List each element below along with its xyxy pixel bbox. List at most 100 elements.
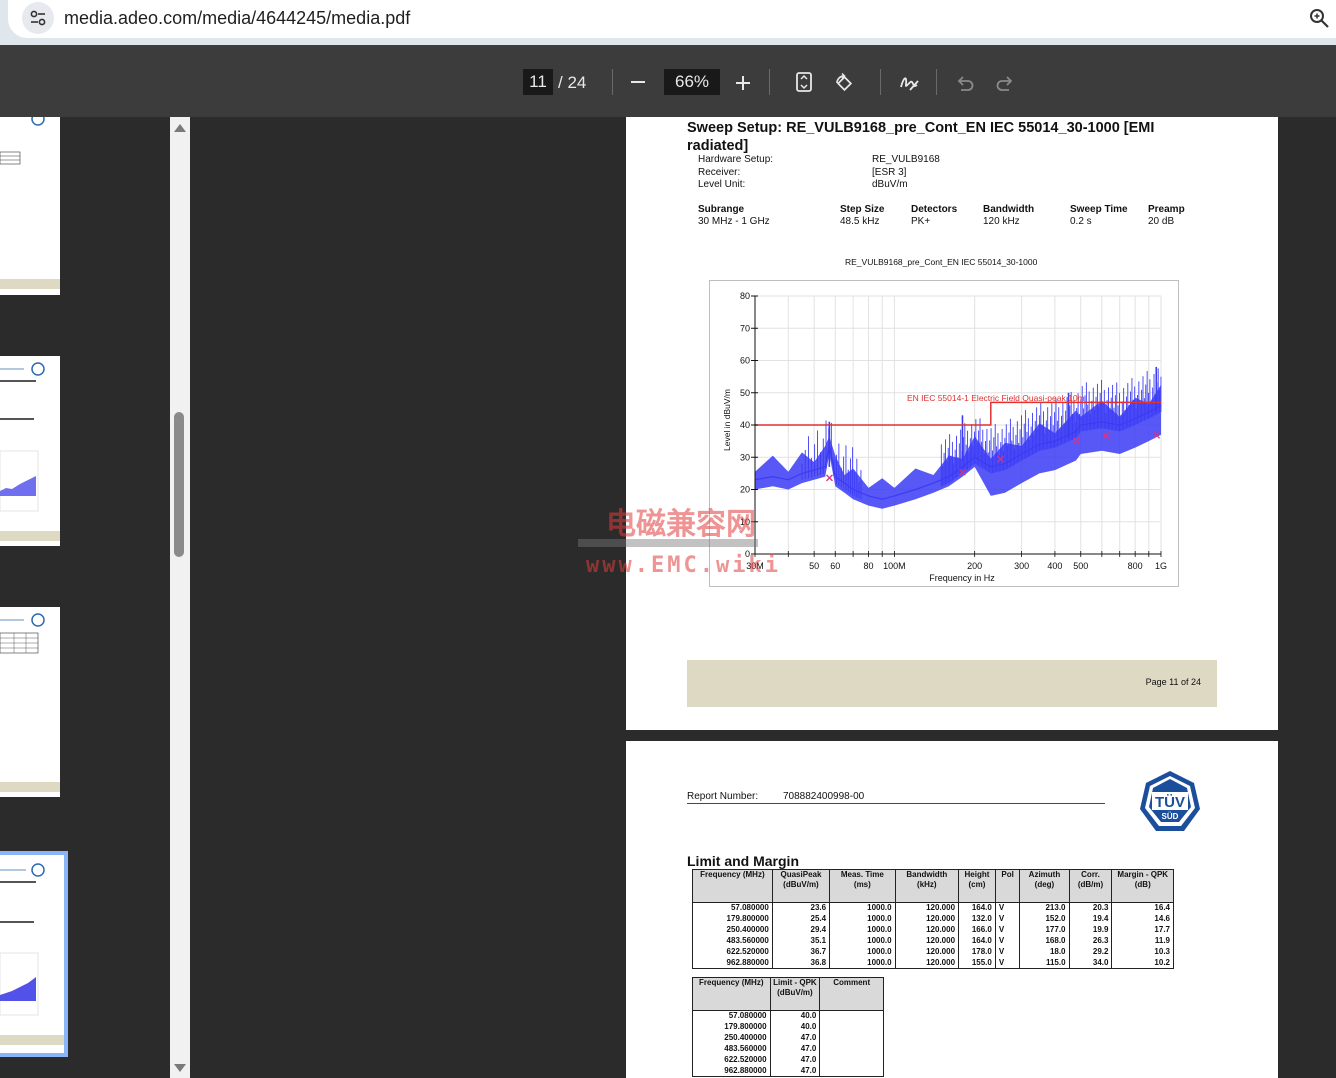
table-cell: 57.080000 <box>692 1010 771 1022</box>
x-tick-label: 400 <box>1047 561 1062 571</box>
x-tick-label: 100M <box>883 561 906 571</box>
table-row: 250.400000 47.0 <box>692 1032 884 1044</box>
table-cell: 47.0 <box>769 1032 821 1044</box>
thumbnail-preview <box>0 362 60 541</box>
x-tick-label: 800 <box>1128 561 1143 571</box>
table-cell: V <box>994 957 1021 969</box>
table-cell: 23.6 <box>771 902 831 914</box>
table-cell: 164.0 <box>958 902 996 914</box>
table-cell: 47.0 <box>769 1054 821 1066</box>
fit-page-icon[interactable] <box>795 71 813 93</box>
page-thumbnail[interactable] <box>0 607 60 797</box>
table-row: 483.560000 47.0 <box>692 1043 884 1055</box>
column-header: Azimuth (deg) <box>1019 869 1070 903</box>
zoom-level-input[interactable]: 66% <box>664 69 720 95</box>
column-header: Height (cm) <box>958 869 996 903</box>
thumbnail-sidebar <box>0 112 190 1078</box>
table-cell: 47.0 <box>769 1043 821 1055</box>
table-cell: 18.0 <box>1019 946 1070 958</box>
table-cell: 120.000 <box>894 946 960 958</box>
zoom-magnifier-icon[interactable] <box>1308 7 1330 29</box>
table-cell: 483.560000 <box>692 1043 771 1055</box>
report-number: 708882400998-00 <box>783 791 865 802</box>
thumbnail-preview <box>0 613 60 792</box>
table-cell: 177.0 <box>1019 924 1070 936</box>
page-thumbnail[interactable] <box>0 356 60 546</box>
limit-label: EN IEC 55014-1 Electric Field Quasi-peak… <box>907 393 1085 403</box>
table-cell <box>819 1021 884 1033</box>
y-tick-label: 30 <box>740 452 750 462</box>
site-info-button[interactable] <box>22 2 54 34</box>
pdf-toolbar: 11 / 24 66% <box>0 45 1336 117</box>
sidebar-scrollbar[interactable] <box>170 117 190 1078</box>
column-header: Pol <box>994 869 1021 903</box>
pdf-page: Report Number: 708882400998-00 TÜV SÜD L… <box>626 741 1278 1078</box>
table-header-row: Frequency (MHz) QuasiPeak (dBuV/m) Meas.… <box>692 869 1174 903</box>
y-tick-label: 20 <box>740 485 750 495</box>
page-total: / 24 <box>558 73 587 92</box>
table-cell: 962.880000 <box>692 1065 771 1077</box>
watermark-url: www.EMC.wiki <box>586 553 781 578</box>
table-row: 57.080000 23.6 1000.0 120.000 164.0 V 213.0 20.… <box>692 902 1174 914</box>
report-underline <box>687 803 1105 804</box>
pdf-page: Sweep Setup: RE_VULB9168_pre_Cont_EN IEC… <box>626 117 1278 730</box>
y-axis-label: Level in dBuV/m <box>722 389 732 451</box>
scroll-down-arrow-icon[interactable] <box>173 1063 187 1073</box>
sweep-value: 120 kHz <box>983 216 1020 227</box>
table-row: 622.520000 47.0 <box>692 1054 884 1066</box>
zoom-in-icon[interactable] <box>734 74 752 92</box>
site-watermark: 电磁兼容网 www.EMC.wiki <box>578 497 786 587</box>
table-cell: 1000.0 <box>829 913 896 925</box>
x-tick-label: 50 <box>809 561 819 571</box>
table-cell: 10.3 <box>1111 946 1174 958</box>
table-cell: 29.2 <box>1068 946 1113 958</box>
setup-value: dBuV/m <box>872 179 908 190</box>
table-row: 179.800000 40.0 <box>692 1021 884 1033</box>
scroll-up-arrow-icon[interactable] <box>173 123 187 133</box>
table-cell: 1000.0 <box>829 935 896 947</box>
toolbar-divider <box>936 69 937 95</box>
table-cell: 115.0 <box>1019 957 1070 969</box>
y-tick-label: 70 <box>740 323 750 333</box>
logo-text: TÜV <box>1155 794 1185 811</box>
column-header: Frequency (MHz) <box>692 869 773 903</box>
setup-value: RE_VULB9168 <box>872 154 940 165</box>
table-cell: 40.0 <box>769 1021 821 1033</box>
table-cell: 622.520000 <box>692 946 773 958</box>
table-cell: 1000.0 <box>829 957 896 969</box>
x-tick-label: 200 <box>967 561 982 571</box>
redo-icon[interactable] <box>995 74 1015 92</box>
url-field[interactable]: media.adeo.com/media/4644245/media.pdf <box>8 0 1336 38</box>
table-cell: 1000.0 <box>829 946 896 958</box>
tuv-sud-logo: TÜV SÜD <box>1140 771 1200 831</box>
sweep-setup-heading: Sweep Setup: RE_VULB9168_pre_Cont_EN IEC… <box>687 120 1155 136</box>
sidebar-scroll-thumb[interactable] <box>174 412 184 557</box>
table-cell: 11.9 <box>1111 935 1174 947</box>
page-thumbnail-selected[interactable] <box>0 851 68 1057</box>
table-cell: 36.7 <box>771 946 831 958</box>
toolbar-divider <box>880 69 881 95</box>
table-cell: 17.7 <box>1111 924 1174 936</box>
table-cell: 962.880000 <box>692 957 773 969</box>
undo-icon[interactable] <box>955 74 975 92</box>
rotate-icon[interactable] <box>833 72 855 94</box>
x-tick-label: 300 <box>1014 561 1029 571</box>
draw-annotation-icon[interactable] <box>898 72 920 94</box>
table-cell: 120.000 <box>894 913 960 925</box>
column-header: QuasiPeak (dBuV/m) <box>771 869 831 903</box>
page-thumbnail[interactable] <box>0 112 60 295</box>
table-cell: 20.3 <box>1068 902 1113 914</box>
x-tick-label: 60 <box>830 561 840 571</box>
table-row: 483.560000 35.1 1000.0 120.000 164.0 V 168.0 26… <box>692 935 1174 947</box>
table-cell: 10.2 <box>1111 957 1174 969</box>
column-header: Comment <box>819 977 884 1011</box>
url-text[interactable]: media.adeo.com/media/4644245/media.pdf <box>64 8 410 29</box>
table-cell <box>819 1065 884 1077</box>
page-number-input[interactable]: 11 <box>523 69 553 95</box>
sweep-value: 30 MHz - 1 GHz <box>698 216 770 227</box>
table-cell: 179.800000 <box>692 1021 771 1033</box>
report-number-label: Report Number: <box>687 791 759 802</box>
table-cell: 132.0 <box>958 913 996 925</box>
zoom-out-icon[interactable] <box>629 74 647 90</box>
table-cell: 168.0 <box>1019 935 1070 947</box>
